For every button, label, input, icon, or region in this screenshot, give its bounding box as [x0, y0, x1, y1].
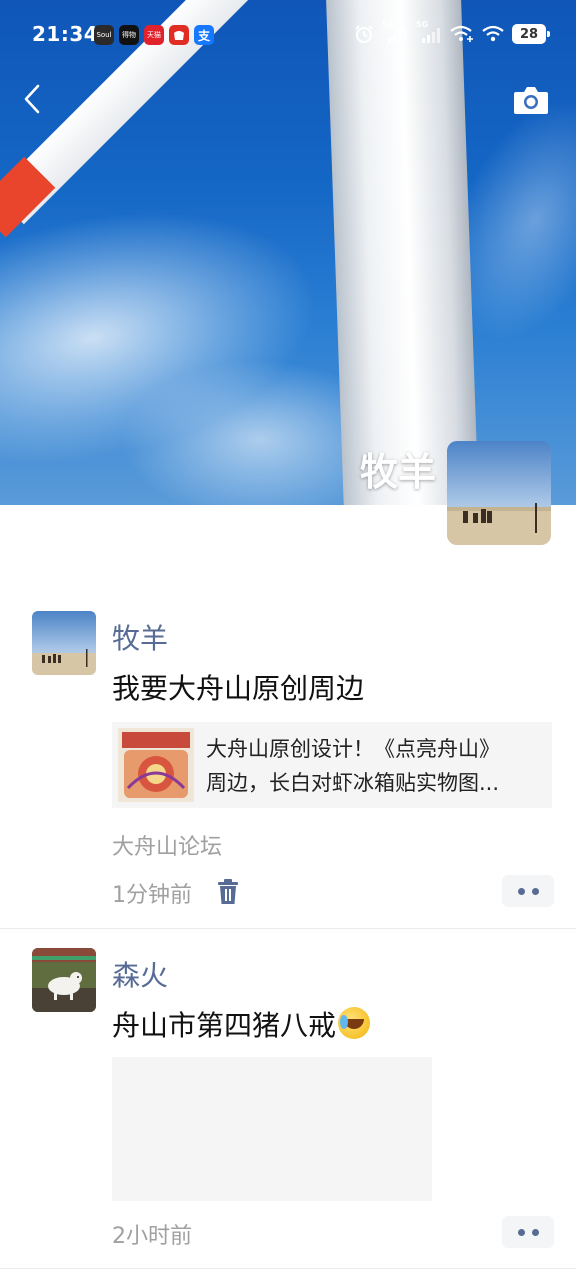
trash-icon: [218, 879, 238, 904]
shared-link-card[interactable]: 大舟山原创设计！《点亮舟山》 周边，长白对虾冰箱贴实物图...: [112, 722, 552, 808]
more-actions-button[interactable]: [502, 875, 554, 907]
alarm-icon: [355, 25, 373, 43]
delete-button[interactable]: [217, 879, 239, 905]
chevron-left-icon: [24, 84, 40, 114]
back-button[interactable]: [18, 80, 52, 120]
more-actions-button[interactable]: [502, 1216, 554, 1248]
signal-icon: 5G: [382, 20, 408, 44]
alipay-icon: 支: [194, 25, 214, 45]
link-thumbnail: [118, 728, 194, 802]
post-image[interactable]: [112, 1057, 432, 1201]
dewu-icon: 得物: [119, 25, 139, 45]
link-title: 大舟山原创设计！《点亮舟山》 周边，长白对虾冰箱贴实物图...: [206, 737, 500, 795]
wind-turbine-tower: [325, 0, 480, 505]
post-divider: [0, 1268, 576, 1269]
pinduoduo-icon: [169, 25, 189, 45]
post-time: 1分钟前: [112, 883, 192, 908]
signal-icon-2: 5G: [416, 20, 442, 44]
post-divider: [0, 928, 576, 929]
dot-icon: [517, 887, 525, 895]
profile-name: 牧羊: [359, 450, 436, 494]
status-bar: 21:34 Soul 得物 天猫 支 5G 5G 28: [0, 14, 576, 54]
profile-avatar[interactable]: [447, 441, 551, 545]
post-username[interactable]: 牧羊: [112, 617, 168, 657]
dot-icon: [517, 1228, 525, 1236]
notification-icons: Soul 得物 天猫 支: [94, 25, 214, 45]
post-text: 舟山市第四猪八戒: [112, 1004, 371, 1044]
post-time: 2小时前: [112, 1224, 192, 1249]
camera-button[interactable]: [512, 84, 550, 116]
tmall-icon: 天猫: [144, 25, 164, 45]
soul-icon: Soul: [94, 25, 114, 45]
system-status: 5G 5G 28: [354, 20, 550, 44]
status-time: 21:34: [32, 22, 99, 46]
post-avatar[interactable]: [32, 948, 96, 1012]
post-source[interactable]: 大舟山论坛: [112, 829, 222, 861]
wifi-icon: [482, 25, 504, 42]
cover-photo[interactable]: [0, 0, 576, 505]
post-avatar[interactable]: [32, 611, 96, 675]
dot-icon: [531, 887, 539, 895]
wifi-hotspot-icon: [450, 25, 473, 42]
camera-icon: [514, 87, 548, 114]
dot-icon: [531, 1228, 539, 1236]
laugh-cry-emoji-icon: [338, 1007, 371, 1039]
post-username[interactable]: 森火: [112, 954, 168, 994]
battery-icon: 28: [512, 24, 550, 44]
post-text: 我要大舟山原创周边: [112, 672, 365, 705]
